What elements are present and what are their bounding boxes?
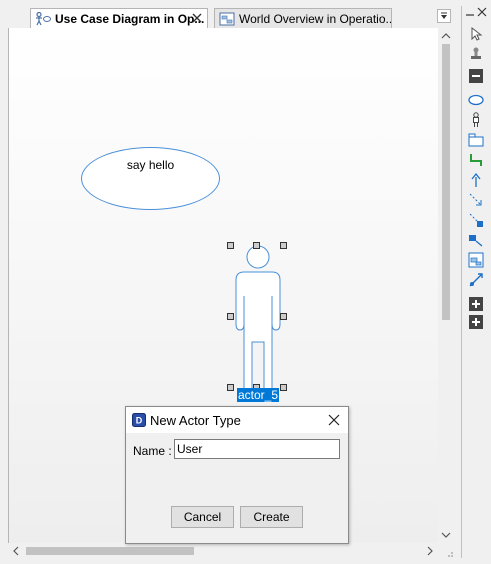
name-label: Name : xyxy=(133,444,172,458)
resize-handle[interactable] xyxy=(227,242,234,249)
note-link-icon[interactable] xyxy=(468,272,484,288)
use-case-shape[interactable]: say hello xyxy=(81,147,220,210)
cancel-button[interactable]: Cancel xyxy=(171,506,234,528)
close-icon[interactable] xyxy=(191,12,203,24)
tab-label: Use Case Diagram in Op... xyxy=(55,11,205,26)
new-actor-type-dialog: D New Actor Type Name : Cancel Create xyxy=(125,406,349,544)
vertical-scroll-thumb[interactable] xyxy=(442,44,450,320)
app-icon: D xyxy=(132,413,146,427)
resize-handle[interactable] xyxy=(280,384,287,391)
collapse-icon[interactable] xyxy=(468,68,484,84)
resize-handle[interactable] xyxy=(280,242,287,249)
horizontal-scroll-thumb[interactable] xyxy=(26,547,194,555)
close-icon[interactable] xyxy=(477,7,487,17)
tab-list-dropdown[interactable] xyxy=(437,9,451,23)
chevron-down-icon xyxy=(441,12,447,19)
generalization-icon[interactable] xyxy=(468,172,484,188)
resize-handle[interactable] xyxy=(280,313,287,320)
resize-grip-icon xyxy=(448,552,453,557)
scroll-left-icon[interactable] xyxy=(10,545,22,557)
editor-tab-bar: Use Case Diagram in Op... World Overview… xyxy=(0,0,458,28)
actor-label[interactable]: actor_5 xyxy=(237,388,280,402)
dependency-icon[interactable] xyxy=(468,192,484,208)
resize-handle[interactable] xyxy=(253,242,260,249)
create-button[interactable]: Create xyxy=(240,506,303,528)
scroll-up-icon[interactable] xyxy=(440,30,452,42)
actor-icon[interactable] xyxy=(468,112,484,128)
use-case-label: say hello xyxy=(126,158,175,172)
package-icon[interactable] xyxy=(468,132,484,148)
tab-use-case-diagram[interactable]: Use Case Diagram in Op... xyxy=(30,8,208,28)
world-overview-icon xyxy=(219,12,235,25)
boundary-icon[interactable] xyxy=(468,252,484,268)
expand-icon[interactable] xyxy=(468,314,484,330)
svg-text:D: D xyxy=(136,416,143,426)
resize-handle[interactable] xyxy=(227,384,234,391)
connector-icon[interactable] xyxy=(468,152,484,168)
scroll-right-icon[interactable] xyxy=(424,545,436,557)
tab-label: World Overview in Operatio... xyxy=(239,11,391,26)
vertical-scrollbar[interactable] xyxy=(438,28,454,543)
stamp-icon[interactable] xyxy=(468,46,484,62)
extend-icon[interactable] xyxy=(468,232,484,248)
scroll-down-icon[interactable] xyxy=(440,529,452,541)
dialog-title: New Actor Type xyxy=(150,413,241,428)
expand-icon[interactable] xyxy=(468,296,484,312)
resize-handle[interactable] xyxy=(227,313,234,320)
include-icon[interactable] xyxy=(468,212,484,228)
use-case-ellipse-icon[interactable] xyxy=(468,92,484,108)
tab-world-overview[interactable]: World Overview in Operatio... xyxy=(214,8,392,28)
minimize-icon[interactable] xyxy=(465,7,475,17)
use-case-diagram-icon xyxy=(36,11,51,25)
name-input[interactable] xyxy=(174,439,340,459)
toolbox-palette xyxy=(461,6,490,558)
horizontal-scrollbar[interactable] xyxy=(8,543,438,559)
dialog-titlebar[interactable]: D New Actor Type xyxy=(126,407,348,433)
close-icon[interactable] xyxy=(328,414,340,426)
pointer-icon[interactable] xyxy=(468,26,484,42)
